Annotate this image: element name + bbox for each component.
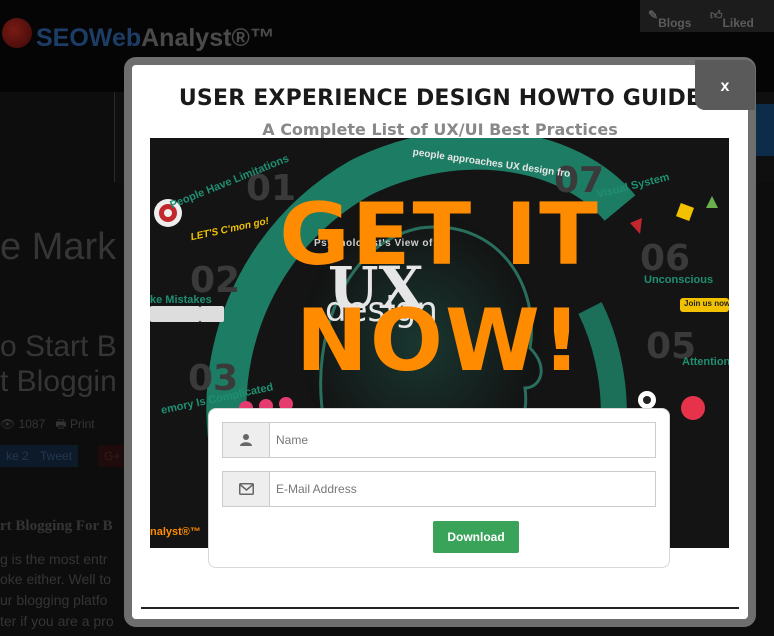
like-button[interactable]: ke 2 (0, 445, 35, 467)
logo-text: SEOWebAnalyst®™ (36, 24, 275, 52)
article-line: oke either. Well to (0, 571, 112, 587)
logo-globe-icon (2, 18, 32, 48)
article-line: ur blogging platfo (0, 592, 108, 608)
article-line: ter if you are a pro (0, 613, 114, 629)
name-field (222, 422, 656, 458)
download-button[interactable]: Download (433, 521, 519, 553)
section-heading: e Mark (0, 226, 117, 268)
post-title-line2[interactable]: t Bloggin (0, 365, 117, 399)
print-link[interactable]: Print (70, 417, 95, 431)
close-button[interactable]: x (695, 60, 755, 110)
infographic-brand: nalyst®™ (150, 526, 201, 538)
cta-line-2: NOW! (295, 291, 584, 391)
name-addon (223, 423, 270, 457)
post-meta: 👁 1087 🖶 Print (0, 417, 95, 431)
gplus-button[interactable]: G+ (98, 445, 127, 467)
envelope-icon (238, 483, 254, 495)
email-input[interactable] (270, 472, 654, 506)
email-field (222, 471, 656, 507)
tweet-button[interactable]: Tweet (34, 445, 79, 467)
cta-line-1: GET IT (279, 185, 600, 285)
post-title-line1[interactable]: o Start B (0, 330, 117, 364)
top-links: ✎ Blogs 👍︎ Liked (640, 0, 774, 32)
name-input[interactable] (270, 423, 654, 457)
article-line: g is the most entr (0, 551, 108, 567)
article-subheading: rt Blogging For B (0, 518, 113, 534)
email-addon (223, 472, 270, 506)
modal-divider (141, 607, 739, 609)
modal-title: USER EXPERIENCE DESIGN HOWTO GUIDE (178, 86, 702, 111)
user-icon (240, 434, 252, 446)
liked-link[interactable]: 👍︎ Liked (710, 8, 754, 30)
view-count: 1087 (18, 417, 46, 431)
blogs-link[interactable]: ✎ Blogs (648, 8, 691, 30)
modal-subtitle: A Complete List of UX/UI Best Practices (262, 120, 618, 139)
